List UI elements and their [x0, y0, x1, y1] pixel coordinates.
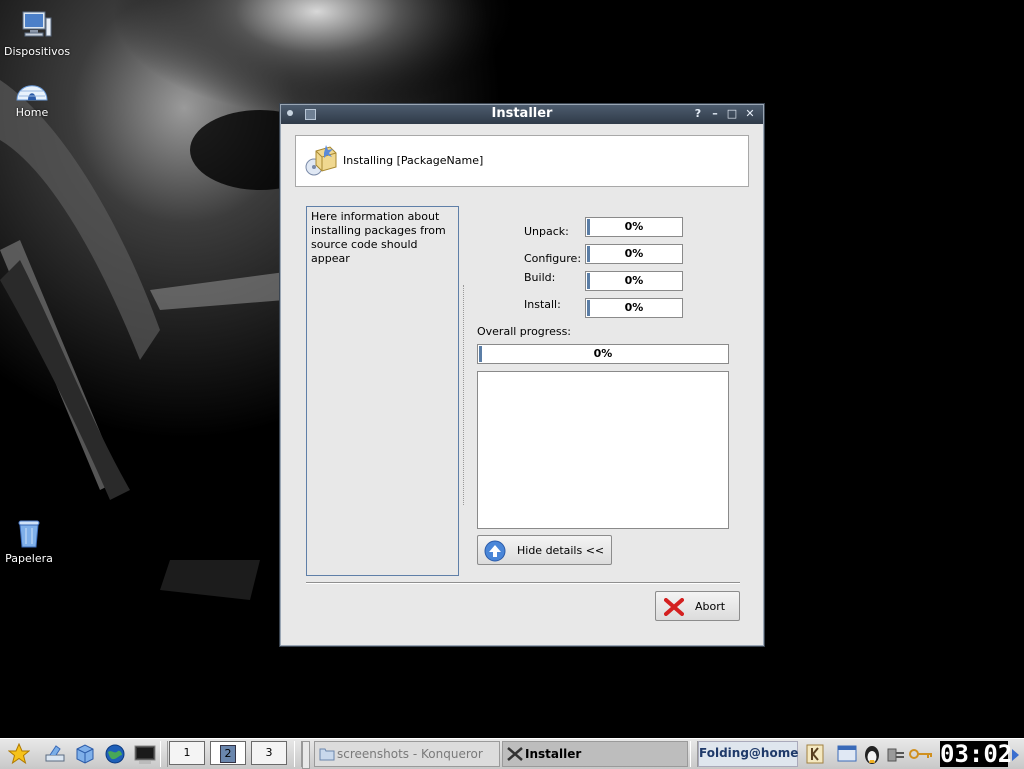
window-titlebar[interactable]: Installer ? – □ ✕ — [281, 105, 763, 124]
unpack-label: Unpack: — [524, 225, 569, 238]
hide-details-label: Hide details << — [517, 544, 605, 557]
web-browser-globe-icon[interactable] — [104, 743, 126, 765]
kde-k-icon[interactable] — [806, 743, 824, 765]
pager-desktop-2-label: 2 — [220, 745, 236, 763]
installer-window: Installer ? – □ ✕ Installing [PackageNam… — [280, 104, 764, 646]
build-progress-text: 0% — [624, 274, 644, 287]
package-box-icon[interactable] — [74, 743, 96, 765]
build-label: Build: — [524, 271, 556, 284]
panel-handle[interactable] — [294, 741, 302, 767]
abort-label: Abort — [695, 600, 726, 613]
show-desktop-icon[interactable] — [44, 743, 66, 765]
task-konqueror[interactable]: screenshots - Konqueror — [314, 741, 500, 767]
clock[interactable]: 03:02 — [940, 741, 1012, 767]
configure-label: Configure: — [524, 252, 582, 265]
network-plug-icon[interactable] — [884, 743, 906, 765]
close-button[interactable]: ✕ — [743, 107, 757, 121]
unpack-progress-bar: 0% — [585, 217, 683, 237]
configure-progress-text: 0% — [624, 247, 644, 260]
overall-progress-text: 0% — [593, 347, 613, 360]
install-header-title: Installing [PackageName] — [343, 154, 484, 167]
install-progress-bar: 0% — [585, 298, 683, 318]
minimize-button[interactable]: – — [708, 107, 722, 121]
desktop-icon-home[interactable]: Home — [0, 73, 64, 119]
red-x-icon — [664, 598, 684, 616]
desktop-icon-label: Papelera — [5, 552, 53, 565]
kmenu-star-icon[interactable] — [8, 743, 30, 765]
folder-icon — [319, 748, 335, 761]
desktop-icon-label: Dispositivos — [4, 45, 71, 58]
overall-progress-bar: 0% — [477, 344, 729, 364]
computer-icon — [22, 11, 52, 37]
configure-progress-fill — [587, 246, 590, 262]
window-list-icon[interactable] — [836, 743, 858, 765]
task-installer[interactable]: Installer — [502, 741, 688, 767]
panel-handle[interactable] — [160, 741, 168, 767]
pager-desktop-1[interactable]: 1 — [169, 741, 205, 765]
terminal-icon[interactable] — [134, 743, 156, 765]
panel-hide-arrow-icon[interactable] — [1012, 749, 1019, 761]
task-installer-label: Installer — [525, 747, 582, 761]
arrow-up-icon — [484, 540, 506, 562]
folding-at-home-applet[interactable]: Folding@home — [698, 741, 798, 767]
overall-progress-label: Overall progress: — [477, 325, 571, 338]
task-konqueror-label: screenshots - Konqueror — [337, 747, 483, 761]
details-log[interactable] — [477, 371, 729, 529]
overall-progress-fill — [479, 346, 482, 362]
panel-splitter[interactable] — [463, 285, 464, 505]
package-install-icon — [305, 145, 337, 176]
tux-icon[interactable] — [862, 743, 882, 765]
install-progress-fill — [587, 300, 590, 316]
help-button[interactable]: ? — [691, 107, 705, 121]
pager-desktop-2[interactable]: 2 — [210, 741, 246, 765]
desktop-icon-label: Home — [15, 106, 49, 119]
window-content: Installing [PackageName] Here informatio… — [283, 125, 761, 643]
home-igloo-icon — [16, 85, 48, 101]
panel-handle[interactable] — [690, 741, 698, 767]
install-header: Installing [PackageName] — [295, 135, 749, 187]
unpack-progress-fill — [587, 219, 590, 235]
desktop-icon-trash[interactable]: Papelera — [0, 517, 61, 565]
separator-line — [306, 582, 740, 584]
build-progress-fill — [587, 273, 590, 289]
taskbar: 1 2 3 screenshots - Konqueror Installer … — [0, 738, 1024, 769]
unpack-progress-text: 0% — [624, 220, 644, 233]
taskbar-scroll-handle[interactable] — [302, 741, 310, 769]
install-progress-text: 0% — [624, 301, 644, 314]
maximize-button[interactable]: □ — [725, 107, 739, 121]
trash-icon — [18, 520, 40, 548]
install-label: Install: — [524, 298, 561, 311]
info-panel: Here information about installing packag… — [306, 206, 459, 576]
abort-button[interactable]: Abort — [655, 591, 740, 621]
keys-icon[interactable] — [908, 743, 934, 765]
x11-icon — [507, 747, 523, 761]
hide-details-button[interactable]: Hide details << — [477, 535, 612, 565]
pager-desktop-3[interactable]: 3 — [251, 741, 287, 765]
configure-progress-bar: 0% — [585, 244, 683, 264]
build-progress-bar: 0% — [585, 271, 683, 291]
desktop-icon-devices[interactable]: Dispositivos — [4, 8, 71, 58]
